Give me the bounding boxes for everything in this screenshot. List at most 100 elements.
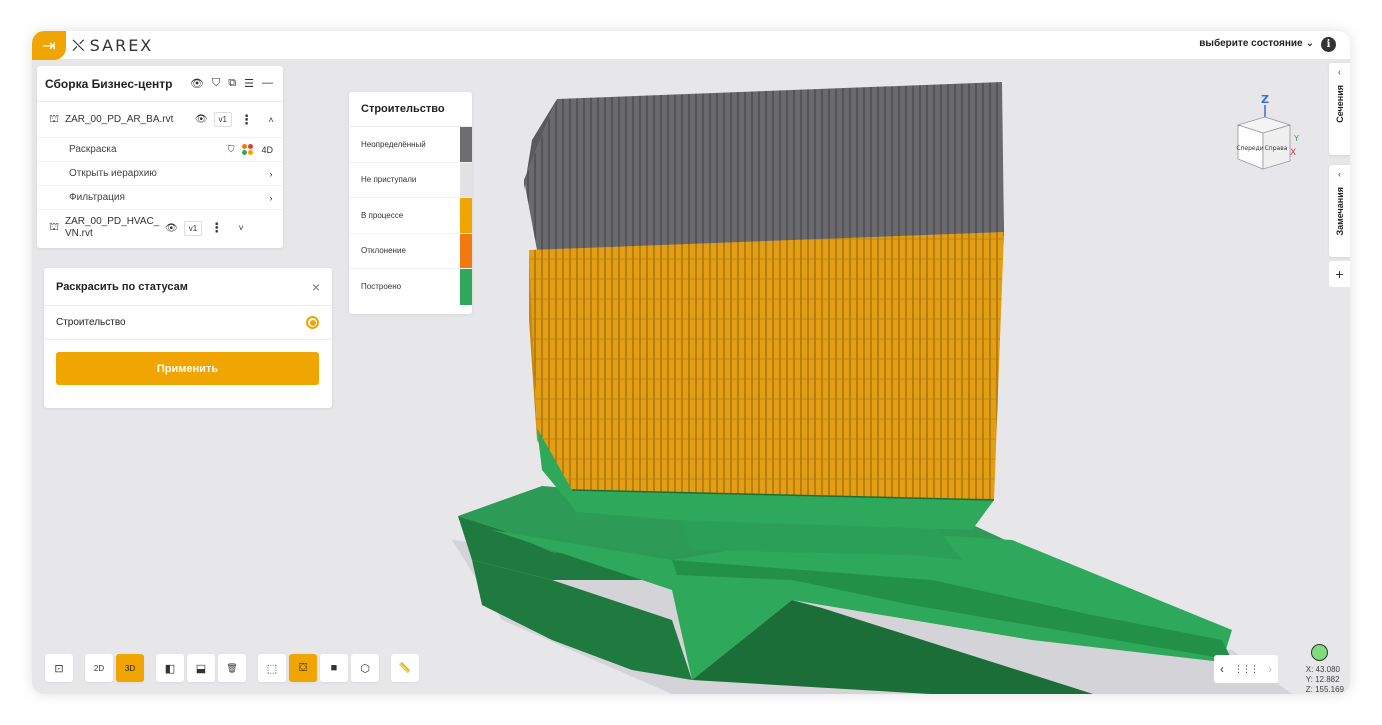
legend-swatch: [460, 127, 472, 162]
chevron-down-icon[interactable]: ˅: [233, 223, 249, 233]
chevron-left-icon[interactable]: ‹: [1220, 662, 1224, 676]
legend-item: Построено: [349, 269, 472, 305]
model-panel-header: Сборка Бизнес-центр 👁 ⛉ ⧉ ☰ —: [37, 66, 283, 102]
status-option-construction[interactable]: Строительство: [44, 306, 332, 340]
sub-item-hierarchy[interactable]: Открыть иерархию ›: [37, 162, 283, 186]
camera-icon: ■: [330, 662, 338, 674]
panel-header-icons: 👁 ⛉ ⧉ ☰ —: [190, 77, 283, 90]
panel-title: Раскрасить по статусам: [56, 280, 188, 293]
ruler-icon: 📏: [398, 662, 412, 674]
legend-swatch: [460, 269, 472, 305]
chevron-right-icon: ›: [269, 168, 273, 179]
option-label: Строительство: [56, 317, 126, 328]
legend-swatch: [460, 198, 472, 233]
paint-roller-icon[interactable]: ⛉: [212, 77, 220, 90]
chevron-left-icon: ‹: [1338, 169, 1341, 179]
legend-item: Не приступали: [349, 162, 472, 198]
coord-y: Y: 12.882: [1305, 675, 1340, 684]
select-box-icon: ⬚: [266, 662, 278, 675]
measure-button[interactable]: 📏: [391, 654, 419, 682]
legend-swatch: [460, 233, 472, 268]
logo-mark-icon: ⛌: [72, 36, 85, 55]
4d-button[interactable]: 4D: [261, 145, 273, 155]
legend-item: Отклонение: [349, 233, 472, 269]
more-menu-icon[interactable]: ⋮: [240, 112, 253, 128]
select-box-button[interactable]: ⬚: [258, 654, 286, 682]
eye-icon[interactable]: 👁: [195, 114, 208, 125]
section-vertical-icon: ◧: [164, 662, 176, 675]
view-2d-button[interactable]: 2D: [85, 654, 113, 682]
coord-x: X: 43.080: [1305, 665, 1340, 674]
remarks-label: Замечания: [1334, 187, 1345, 236]
state-select[interactable]: выберите состояние ⌄: [1199, 38, 1314, 49]
more-menu-icon[interactable]: ⋮: [210, 220, 223, 236]
exit-icon: ⇥: [42, 37, 56, 55]
file-row-hvac[interactable]: ⛫ ZAR_00_PD_HVAC_VN.rvt 👁 v1 ⋮ ˅: [37, 210, 283, 246]
chevron-right-icon[interactable]: ›: [1268, 662, 1272, 676]
axis-z-label: Z: [1261, 93, 1269, 106]
model-file-icon: ⛫: [49, 221, 60, 233]
view-3d-button[interactable]: 3D: [116, 654, 144, 682]
legend-item: Неопределённый: [349, 127, 472, 163]
colorize-icon: ⛋: [298, 661, 308, 674]
view-3d-icon: 3D: [124, 663, 136, 673]
connection-status-indicator: [1311, 644, 1328, 661]
chevron-left-icon: ‹: [1338, 67, 1341, 77]
chevron-down-icon: ⌄: [1305, 38, 1314, 49]
file-name: ZAR_00_PD_HVAC_VN.rvt: [65, 216, 160, 239]
camera-button[interactable]: ■: [320, 654, 348, 682]
add-button[interactable]: +: [1329, 261, 1350, 287]
logo-text: SAREX: [89, 36, 154, 55]
close-icon[interactable]: ×: [312, 279, 332, 295]
sub-item-label: Раскраска: [69, 144, 117, 155]
top-bar: ⇥ ⛌ SAREX выберите состояние ⌄ i: [32, 31, 1350, 60]
sub-item-coloring[interactable]: Раскраска ⛉ 4D: [37, 138, 283, 162]
view-pager: ‹ ⋮⋮⋮ ›: [1214, 655, 1278, 683]
exit-button[interactable]: ⇥: [32, 31, 66, 60]
paint-roller-icon[interactable]: ⛉: [228, 144, 235, 155]
app-window: ⇥ ⛌ SAREX выберите состояние ⌄ i Сборка …: [32, 31, 1350, 694]
axis-x-label: X: [1290, 148, 1296, 158]
section-vertical-button[interactable]: ◧: [156, 654, 184, 682]
colorize-by-status-panel: Раскрасить по статусам × Строительство П…: [44, 268, 332, 408]
cube-right-label: Справа: [1265, 145, 1288, 152]
file-name: ZAR_00_PD_AR_BA.rvt: [65, 113, 174, 125]
assembly-title: Сборка Бизнес-центр: [45, 76, 173, 91]
colorize-button[interactable]: ⛋: [289, 654, 317, 682]
cube-view-button[interactable]: ⬡: [351, 654, 379, 682]
eye-icon[interactable]: 👁: [190, 77, 204, 90]
coord-z: Z: 155.169: [1305, 685, 1344, 694]
view-2d-icon: 2D: [93, 663, 105, 673]
section-horizontal-button[interactable]: ⬓: [187, 654, 215, 682]
legend-swatch: [460, 162, 472, 197]
color-palette-icon[interactable]: [242, 144, 254, 155]
state-select-label: выберите состояние: [1199, 38, 1303, 49]
model-tree-panel: Сборка Бизнес-центр 👁 ⛉ ⧉ ☰ — ⛫ ZAR_00_P…: [37, 66, 283, 248]
radio-selected-icon[interactable]: [306, 316, 319, 329]
add-layer-icon[interactable]: ⧉: [228, 77, 236, 90]
model-file-icon: ⛫: [49, 112, 60, 125]
cube-icon: ⬡: [360, 662, 370, 675]
minimize-icon[interactable]: —: [262, 77, 273, 90]
section-horizontal-icon: ⬓: [195, 662, 207, 675]
remarks-tab[interactable]: ‹ Замечания: [1329, 165, 1350, 257]
sections-tab[interactable]: ‹ Сечения: [1329, 63, 1350, 155]
chevron-up-icon[interactable]: ˄: [263, 115, 279, 125]
focus-button[interactable]: ⊡: [45, 654, 73, 682]
file-row-ar[interactable]: ⛫ ZAR_00_PD_AR_BA.rvt 👁 v1 ⋮ ˄: [37, 102, 283, 138]
focus-icon: ⊡: [54, 662, 64, 675]
version-badge[interactable]: v1: [213, 112, 232, 127]
apply-button[interactable]: Применить: [56, 352, 319, 385]
logo: ⛌ SAREX: [72, 36, 153, 55]
sliders-icon[interactable]: ☰: [244, 77, 254, 90]
navigation-cube[interactable]: Z Спереди Справа Y X: [1228, 93, 1302, 171]
version-badge[interactable]: v1: [183, 220, 203, 236]
grid-icon[interactable]: ⋮⋮⋮: [1234, 664, 1259, 675]
bottom-toolbar: ⊡ 2D 3D ◧ ⬓ 🗑 ⬚ ⛋ ■ ⬡ 📏: [45, 654, 419, 684]
sub-item-filter[interactable]: Фильтрация ›: [37, 186, 283, 210]
chevron-right-icon: ›: [269, 192, 273, 203]
info-icon[interactable]: i: [1321, 37, 1336, 52]
cursor-coordinates: X: 43.080 Y: 12.882 Z: 155.169: [1306, 665, 1344, 694]
delete-button[interactable]: 🗑: [218, 654, 246, 682]
eye-icon[interactable]: 👁: [165, 223, 178, 234]
